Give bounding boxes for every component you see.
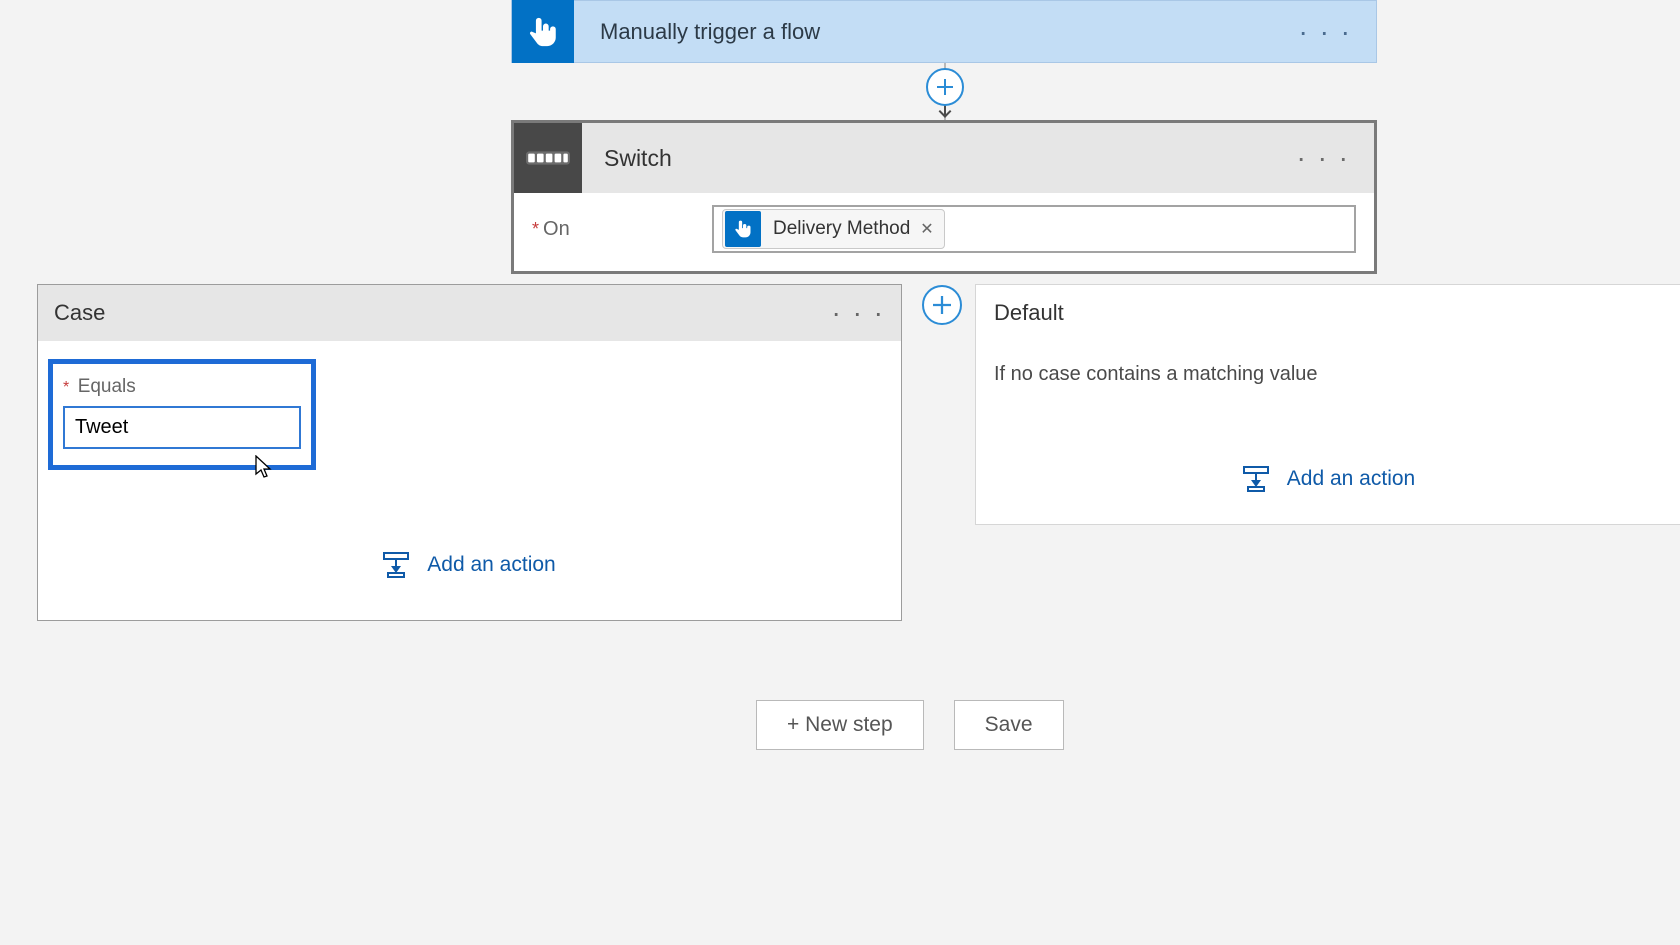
- add-action-button[interactable]: Add an action: [48, 550, 889, 580]
- equals-input[interactable]: [63, 406, 301, 449]
- default-description: If no case contains a matching value: [994, 363, 1662, 386]
- on-label-wrap: * On: [532, 218, 712, 241]
- default-body: If no case contains a matching value Add…: [976, 341, 1680, 524]
- required-asterisk: *: [63, 379, 69, 396]
- token-label: Delivery Method: [773, 218, 910, 240]
- add-action-label: Add an action: [1287, 467, 1415, 491]
- add-action-icon: [381, 550, 411, 580]
- case-card: Case · · · * Equals Add an action: [37, 284, 902, 621]
- equals-label-row: * Equals: [63, 376, 301, 398]
- more-icon[interactable]: · · ·: [1298, 16, 1352, 48]
- default-card: Default If no case contains a matching v…: [975, 284, 1680, 525]
- insert-step-button[interactable]: [926, 68, 964, 106]
- remove-token-icon[interactable]: ✕: [920, 219, 933, 239]
- new-step-button[interactable]: + New step: [756, 700, 924, 750]
- switch-on-input[interactable]: Delivery Method ✕: [712, 205, 1356, 253]
- case-body: * Equals Add an action: [38, 341, 901, 620]
- add-action-label: Add an action: [427, 553, 555, 577]
- touch-icon: [512, 0, 574, 63]
- switch-card: Switch · · · * On Delivery Method ✕: [511, 120, 1377, 274]
- touch-icon: [725, 211, 761, 247]
- switch-body: * On Delivery Method ✕: [514, 193, 1374, 271]
- case-header[interactable]: Case · · ·: [38, 285, 901, 341]
- token-chip[interactable]: Delivery Method ✕: [722, 209, 945, 249]
- add-action-button[interactable]: Add an action: [994, 464, 1662, 494]
- case-title: Case: [54, 300, 831, 326]
- switch-header[interactable]: Switch · · ·: [514, 123, 1374, 193]
- equals-block: * Equals: [48, 359, 316, 470]
- switch-title: Switch: [604, 145, 1296, 172]
- add-action-icon: [1241, 464, 1271, 494]
- mouse-cursor-icon: [255, 455, 273, 479]
- save-button[interactable]: Save: [954, 700, 1064, 750]
- add-case-button[interactable]: [922, 285, 962, 325]
- more-icon[interactable]: · · ·: [831, 297, 885, 329]
- trigger-title: Manually trigger a flow: [600, 19, 1298, 45]
- switch-icon: [514, 123, 582, 193]
- trigger-card[interactable]: Manually trigger a flow · · ·: [511, 0, 1377, 63]
- required-asterisk: *: [532, 219, 539, 240]
- default-title: Default: [994, 300, 1064, 326]
- on-label: On: [543, 218, 570, 241]
- equals-label: Equals: [78, 376, 136, 397]
- bottom-bar: + New step Save: [756, 700, 1064, 750]
- default-header[interactable]: Default: [976, 285, 1680, 341]
- more-icon[interactable]: · · ·: [1296, 142, 1350, 174]
